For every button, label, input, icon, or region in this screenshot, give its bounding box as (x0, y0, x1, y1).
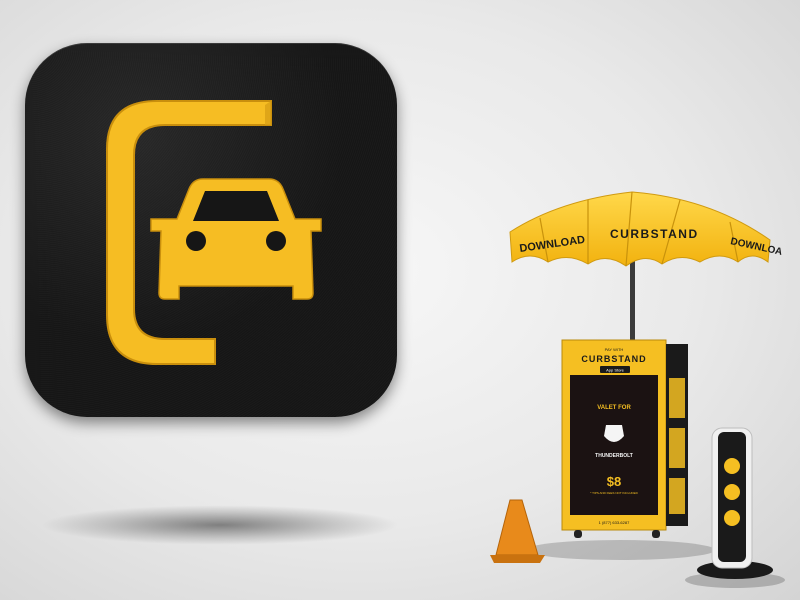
valet-stand-scene: DOWNLOAD CURBSTAND DOWNLOA PAY WITH CURB… (490, 191, 785, 588)
umbrella-brand-label: CURBSTAND (610, 227, 699, 241)
kiosk-price-note: * TIPS AND FEES NOT INCLUDED (590, 491, 638, 495)
kiosk-phone: 1 (877) 633-6287 (599, 520, 630, 525)
kiosk-partner: THUNDERBOLT (595, 453, 633, 459)
kiosk-valet-for: VALET FOR (597, 405, 631, 411)
promo-scene: DOWNLOAD CURBSTAND DOWNLOA PAY WITH CURB… (0, 0, 800, 600)
umbrella: DOWNLOAD CURBSTAND DOWNLOA (509, 191, 783, 267)
info-sign-post (697, 427, 773, 579)
kiosk-pay-with: PAY WITH (605, 347, 624, 352)
kiosk-brand: CURBSTAND (581, 354, 646, 364)
valet-kiosk: PAY WITH CURBSTAND App Store VALET FOR T… (561, 339, 688, 538)
traffic-cone (490, 499, 545, 563)
kiosk-price: $8 (607, 474, 621, 489)
kiosk-app-store-badge: App Store (606, 368, 625, 373)
